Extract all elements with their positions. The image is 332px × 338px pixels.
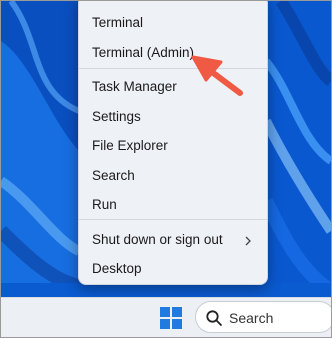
menu-item-file-explorer[interactable]: File Explorer xyxy=(92,138,168,154)
menu-item-shut-down-or-sign-out[interactable]: Shut down or sign out xyxy=(92,232,223,248)
menu-item-terminal-admin[interactable]: Terminal (Admin) xyxy=(92,45,194,61)
menu-item-terminal[interactable]: Terminal xyxy=(92,15,143,31)
screenshot-frame: Terminal Terminal (Admin) Task Manager S… xyxy=(0,0,332,338)
menu-item-settings[interactable]: Settings xyxy=(92,109,141,125)
menu-item-task-manager[interactable]: Task Manager xyxy=(92,79,177,95)
menu-item-run[interactable]: Run xyxy=(92,197,117,213)
windows-logo-icon[interactable] xyxy=(160,307,182,329)
search-placeholder: Search xyxy=(229,310,274,326)
menu-separator xyxy=(79,68,267,69)
menu-item-search[interactable]: Search xyxy=(92,168,135,184)
chevron-right-icon xyxy=(245,236,251,246)
quick-link-menu: Terminal Terminal (Admin) Task Manager S… xyxy=(78,1,268,285)
taskbar-search-box[interactable]: Search xyxy=(195,301,331,333)
search-icon xyxy=(206,310,222,326)
menu-item-desktop[interactable]: Desktop xyxy=(92,261,142,277)
menu-separator xyxy=(79,219,267,220)
